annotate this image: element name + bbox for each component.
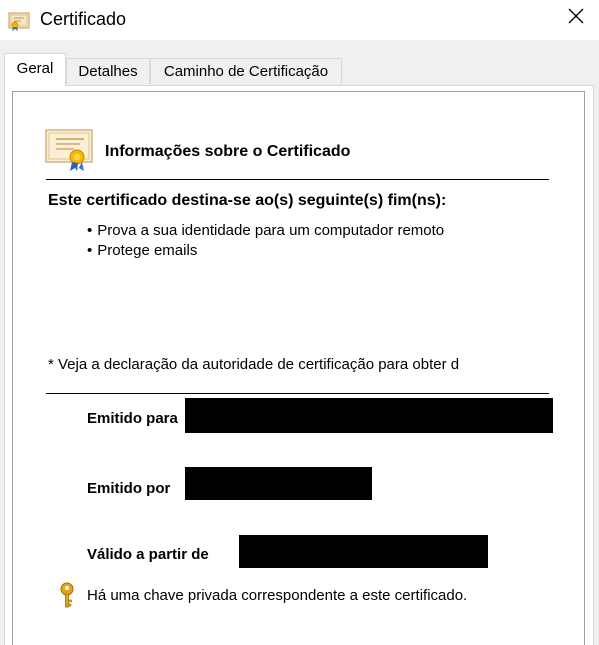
certificate-info-icon: [44, 127, 96, 171]
tab-geral[interactable]: Geral: [4, 53, 66, 86]
purpose-item: Prova a sua identidade para um computado…: [87, 221, 444, 241]
issued-by-label: Emitido por: [87, 480, 171, 497]
issued-to-label: Emitido para: [87, 410, 178, 427]
title-bar: Certificado: [0, 0, 599, 40]
purpose-heading: Este certificado destina-se ao(s) seguin…: [48, 192, 447, 209]
valid-from-value-redacted: [239, 535, 488, 568]
certificate-dialog: Certificado Geral Detalhes Caminho de Ce…: [0, 0, 599, 645]
close-button[interactable]: [553, 0, 599, 36]
divider-bottom: [46, 393, 549, 394]
certificate-info-title: Informações sobre o Certificado: [105, 143, 351, 160]
tab-detalhes[interactable]: Detalhes: [66, 58, 150, 84]
divider-top: [46, 179, 549, 180]
issued-by-value-redacted: [185, 467, 372, 500]
window-title: Certificado: [40, 9, 127, 29]
purpose-item: Protege emails: [87, 241, 444, 261]
key-icon: [58, 582, 76, 610]
certificate-icon: [8, 11, 30, 31]
issued-to-value-redacted: [185, 398, 553, 433]
ca-statement-note: * Veja a declaração da autoridade de cer…: [48, 356, 460, 373]
close-icon: [568, 8, 584, 29]
tab-caminho-de-certificacao[interactable]: Caminho de Certificação: [150, 58, 342, 84]
private-key-message: Há uma chave privada correspondente a es…: [87, 587, 468, 604]
valid-from-label: Válido a partir de: [87, 546, 209, 563]
purpose-list: Prova a sua identidade para um computado…: [87, 221, 444, 261]
